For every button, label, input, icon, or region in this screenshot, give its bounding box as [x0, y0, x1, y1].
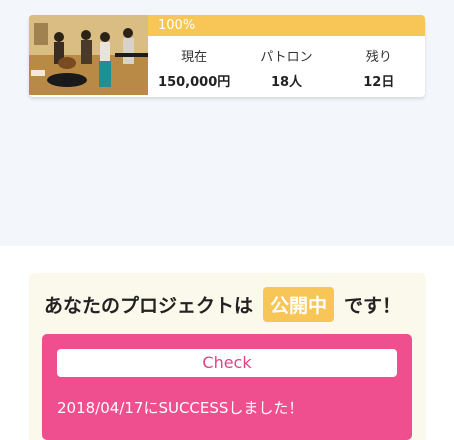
band-photo-icon	[29, 15, 148, 95]
top-section: 100% 現在 150,000円 パトロン 18人 残り 12日	[0, 0, 454, 246]
stat-remaining: 残り 12日	[333, 36, 425, 95]
stat-patrons: パトロン 18人	[240, 36, 332, 95]
project-card[interactable]: 100% 現在 150,000円 パトロン 18人 残り 12日	[29, 15, 425, 97]
stat-current: 現在 150,000円	[148, 36, 240, 95]
stat-value: 18人	[270, 75, 303, 90]
progress-label: 100%	[158, 18, 196, 33]
stat-label: 残り	[365, 50, 392, 65]
stat-label: パトロン	[260, 50, 313, 65]
status-suffix: です！	[344, 294, 402, 317]
status-prefix: あなたのプロジェクトは	[44, 294, 254, 317]
success-panel: Check 2018/04/17にSUCCESSしました！	[42, 334, 412, 440]
stat-value: 12日	[363, 75, 395, 90]
success-message: 2018/04/17にSUCCESSしました！	[57, 399, 304, 417]
status-message: あなたのプロジェクトは 公開中 です！	[44, 286, 402, 322]
check-button[interactable]: Check	[57, 349, 397, 377]
stat-value: 150,000円	[158, 75, 231, 90]
stat-label: 現在	[181, 50, 208, 65]
project-thumbnail[interactable]	[29, 15, 148, 95]
project-stats: 現在 150,000円 パトロン 18人 残り 12日	[148, 36, 425, 95]
status-badge: 公開中	[263, 286, 335, 322]
project-status-card: あなたのプロジェクトは 公開中 です！ Check 2018/04/17にSUC…	[29, 273, 426, 440]
progress-bar: 100%	[148, 15, 425, 36]
